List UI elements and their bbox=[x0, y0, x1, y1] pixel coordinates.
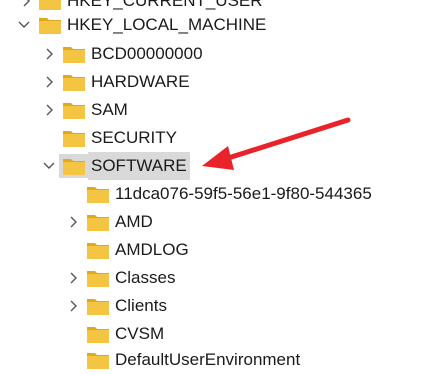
tree-node-software[interactable]: SOFTWARE bbox=[0, 152, 427, 180]
folder-icon bbox=[62, 100, 86, 120]
folder-icon bbox=[86, 268, 110, 288]
chevron-down-icon[interactable] bbox=[16, 17, 32, 33]
tree-node-label: CVSM bbox=[115, 324, 165, 343]
folder-icon bbox=[38, 0, 62, 11]
tree-node-defaultuserenvironment[interactable]: DefaultUserEnvironment bbox=[0, 346, 427, 374]
tree-node-label: HARDWARE bbox=[91, 72, 190, 91]
registry-tree: HKEY_CURRENT_USER HKEY_LOCAL_MACHINE BCD… bbox=[0, 0, 427, 369]
tree-node-cvsm[interactable]: CVSM bbox=[0, 320, 427, 348]
folder-icon bbox=[86, 296, 110, 316]
chevron-down-icon[interactable] bbox=[41, 158, 57, 174]
tree-node-11dca076[interactable]: 11dca076-59f5-56e1-9f80-544365 bbox=[0, 180, 427, 208]
tree-node-label: Classes bbox=[115, 268, 176, 287]
tree-node-label: Clients bbox=[115, 296, 167, 315]
tree-node-security[interactable]: SECURITY bbox=[0, 124, 427, 152]
folder-icon bbox=[62, 156, 86, 176]
tree-node-label: AMD bbox=[115, 212, 153, 231]
tree-node-hkey-local-machine[interactable]: HKEY_LOCAL_MACHINE bbox=[0, 11, 427, 39]
tree-node-sam[interactable]: SAM bbox=[0, 96, 427, 124]
folder-icon bbox=[86, 212, 110, 232]
folder-icon bbox=[62, 72, 86, 92]
tree-node-label: HKEY_LOCAL_MACHINE bbox=[67, 15, 267, 34]
tree-node-label: 11dca076-59f5-56e1-9f80-544365 bbox=[115, 184, 372, 203]
tree-node-label: SECURITY bbox=[91, 128, 177, 147]
folder-icon bbox=[86, 324, 110, 344]
tree-node-amdlog[interactable]: AMDLOG bbox=[0, 236, 427, 264]
folder-icon bbox=[62, 44, 86, 64]
tree-node-label: DefaultUserEnvironment bbox=[115, 350, 301, 369]
folder-icon bbox=[86, 350, 110, 370]
chevron-right-icon[interactable] bbox=[65, 298, 81, 314]
chevron-right-icon[interactable] bbox=[65, 270, 81, 286]
tree-node-amd[interactable]: AMD bbox=[0, 208, 427, 236]
folder-icon bbox=[62, 128, 86, 148]
chevron-right-icon[interactable] bbox=[18, 0, 34, 9]
chevron-right-icon[interactable] bbox=[41, 102, 57, 118]
tree-node-classes[interactable]: Classes bbox=[0, 264, 427, 292]
tree-node-label: BCD00000000 bbox=[91, 44, 203, 63]
chevron-right-icon[interactable] bbox=[41, 46, 57, 62]
chevron-right-icon[interactable] bbox=[65, 214, 81, 230]
folder-icon bbox=[86, 184, 110, 204]
tree-node-label: SOFTWARE bbox=[88, 152, 190, 180]
tree-node-label: AMDLOG bbox=[115, 240, 189, 259]
folder-icon bbox=[86, 240, 110, 260]
tree-node-hardware[interactable]: HARDWARE bbox=[0, 68, 427, 96]
folder-icon bbox=[38, 15, 62, 35]
tree-node-label: SAM bbox=[91, 100, 128, 119]
tree-node-clients[interactable]: Clients bbox=[0, 292, 427, 320]
tree-node-bcd00000000[interactable]: BCD00000000 bbox=[0, 40, 427, 68]
chevron-right-icon[interactable] bbox=[41, 74, 57, 90]
